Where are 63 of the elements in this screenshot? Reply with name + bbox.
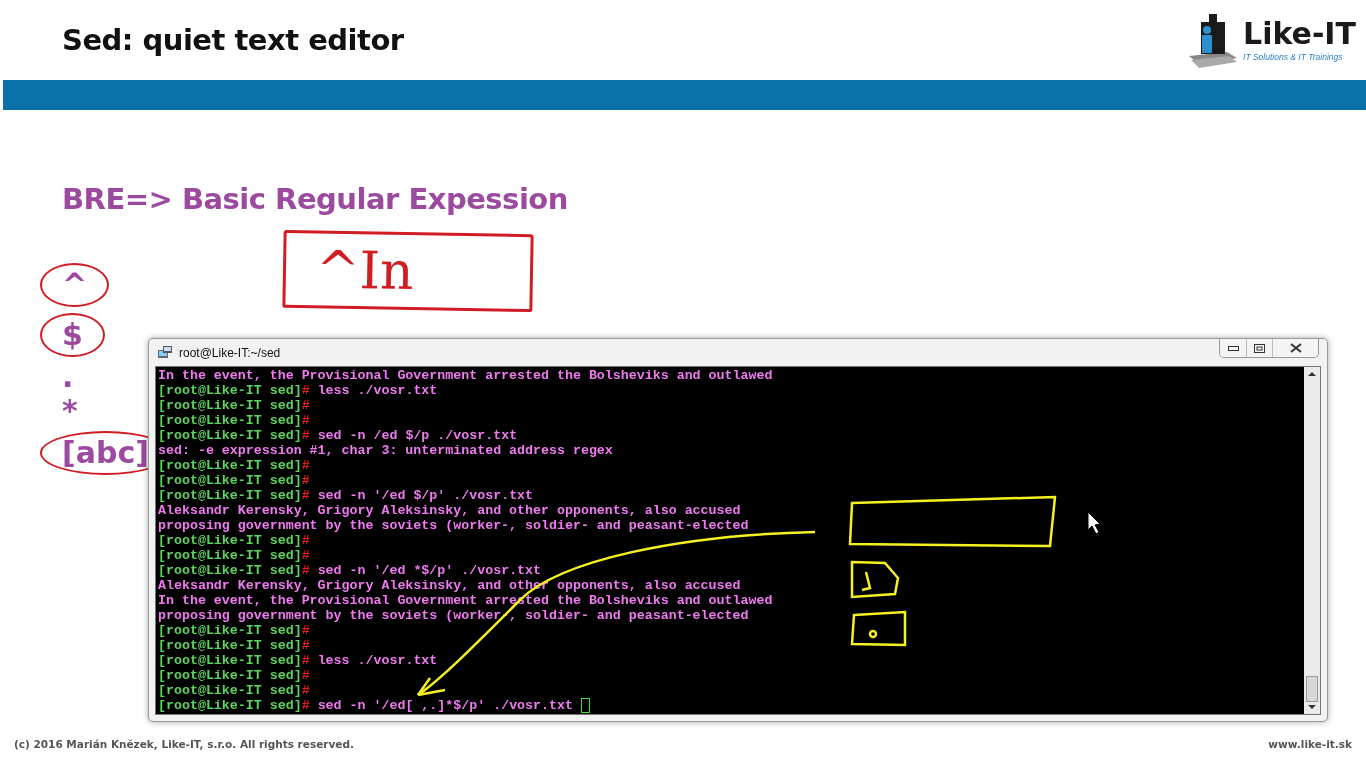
shell-command: sed -n '/ed *$/p' ./vosr.txt xyxy=(317,563,542,578)
shell-command: less ./vosr.txt xyxy=(317,383,438,398)
shell-command: sed -n /ed $/p ./vosr.txt xyxy=(317,428,518,443)
shell-prompt: [root@Like-IT sed] xyxy=(158,668,302,683)
prompt-symbol: # xyxy=(301,668,310,683)
prompt-symbol: # xyxy=(301,653,310,668)
slide-title: Sed: quiet text editor xyxy=(62,23,404,57)
terminal-output-line: proposing government by the soviets (worker-, soldier- and peasant-elected xyxy=(158,518,749,533)
close-button[interactable] xyxy=(1272,339,1318,357)
maximize-icon xyxy=(1254,343,1265,353)
prompt-symbol: # xyxy=(301,383,310,398)
shell-prompt: [root@Like-IT sed] xyxy=(158,653,302,668)
regex-symbol: ^ xyxy=(40,263,110,307)
prompt-symbol: # xyxy=(301,563,310,578)
prompt-symbol: # xyxy=(301,428,310,443)
maximize-button[interactable] xyxy=(1246,339,1272,357)
shell-prompt: [root@Like-IT sed] xyxy=(158,383,302,398)
logo-tagline: IT Solutions & IT Trainings xyxy=(1243,51,1344,62)
bracket-sketch xyxy=(850,560,900,599)
prompt-symbol: # xyxy=(301,413,310,428)
shell-prompt: [root@Like-IT sed] xyxy=(158,683,302,698)
minimize-button[interactable] xyxy=(1220,339,1246,357)
shell-prompt: [root@Like-IT sed] xyxy=(158,638,302,653)
shell-prompt: [root@Like-IT sed] xyxy=(158,623,302,638)
prompt-symbol: # xyxy=(301,548,310,563)
window-title: root@Like-IT:~/sed xyxy=(179,345,282,360)
prompt-symbol: # xyxy=(301,638,310,653)
scroll-up-icon xyxy=(1308,371,1316,377)
prompt-symbol: # xyxy=(301,473,310,488)
terminal-output-line: Aleksandr Kerensky, Grigory Aleksinsky, and other opponents, also accused xyxy=(158,503,741,518)
shell-prompt: [root@Like-IT sed] xyxy=(158,533,302,548)
copyright-text: (c) 2016 Marián Knězek, Like-IT, s.r.o. All rights reserved. xyxy=(14,738,354,750)
shell-command: sed -n '/ed[ ,.]*$/p' ./vosr.txt xyxy=(317,698,573,713)
prompt-symbol: # xyxy=(301,533,310,548)
section-heading: BRE=> Basic Regular Expession xyxy=(62,182,569,216)
website-text: www.like-it.sk xyxy=(1268,738,1352,750)
shell-prompt: [root@Like-IT sed] xyxy=(158,398,302,413)
handwritten-note: ^In xyxy=(282,229,534,313)
shell-prompt: [root@Like-IT sed] xyxy=(158,473,302,488)
shell-prompt: [root@Like-IT sed] xyxy=(158,413,302,428)
prompt-symbol: # xyxy=(301,698,310,713)
shell-prompt: [root@Like-IT sed] xyxy=(158,563,302,578)
regex-symbol: $ xyxy=(40,313,105,357)
scroll-down-icon xyxy=(1308,704,1316,710)
logo-name: Like-IT xyxy=(1243,18,1356,49)
shell-command: less ./vosr.txt xyxy=(317,653,438,668)
shell-prompt: [root@Like-IT sed] xyxy=(158,548,302,563)
box-sketch xyxy=(850,610,907,647)
shell-prompt: [root@Like-IT sed] xyxy=(158,488,302,503)
close-icon xyxy=(1289,343,1302,353)
minimize-icon xyxy=(1227,345,1239,351)
prompt-symbol: # xyxy=(301,623,310,638)
shell-command: sed -n '/ed $/p' ./vosr.txt xyxy=(317,488,534,503)
terminal-icon xyxy=(157,344,173,361)
prompt-symbol: # xyxy=(301,488,310,503)
prompt-symbol: # xyxy=(301,398,310,413)
mouse-pointer-icon xyxy=(1087,511,1101,535)
prompt-symbol: # xyxy=(301,683,310,698)
shell-prompt: [root@Like-IT sed] xyxy=(158,698,302,713)
prompt-symbol: # xyxy=(301,458,310,473)
scrollbar[interactable] xyxy=(1304,367,1320,714)
scrollbar-thumb[interactable] xyxy=(1306,676,1318,702)
terminal-output-line: In the event, the Provisional Government arrested the Bolsheviks and outlawed xyxy=(158,368,773,383)
